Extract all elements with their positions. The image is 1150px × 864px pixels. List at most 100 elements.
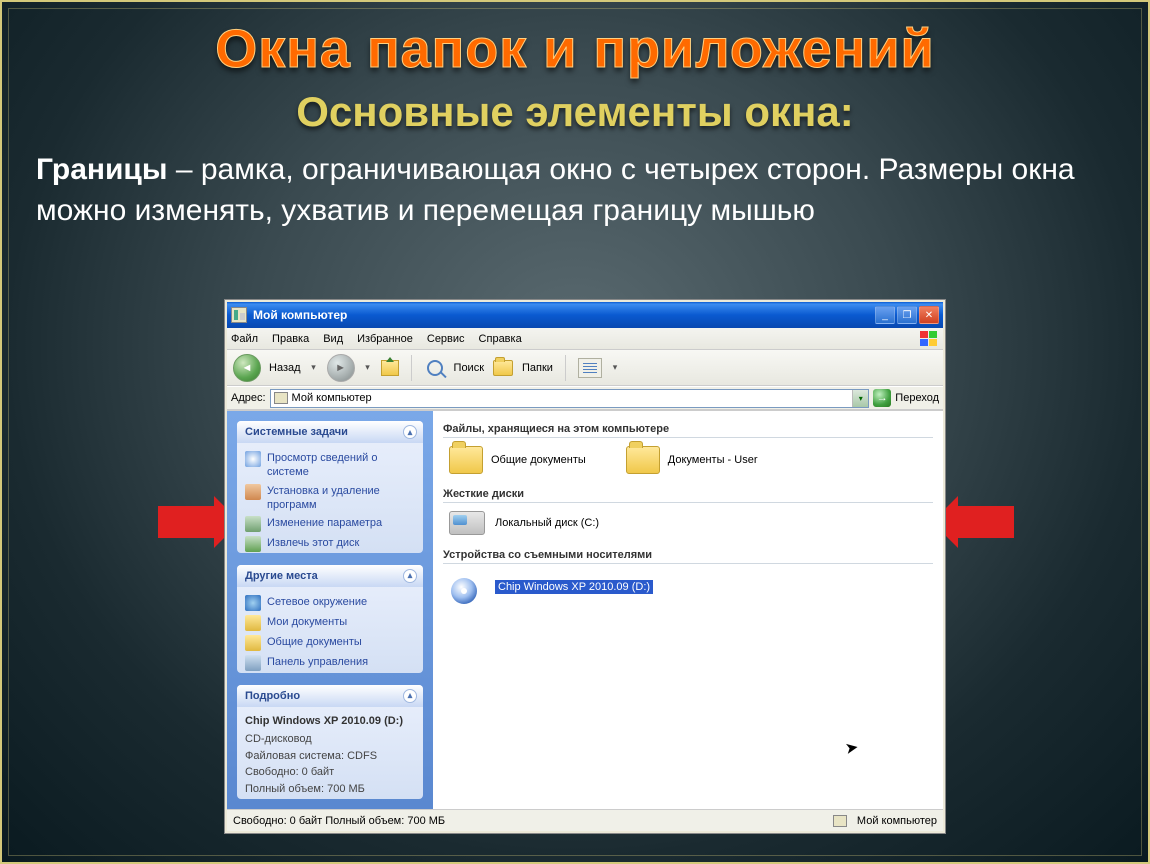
place-network[interactable]: Сетевое окружение (245, 593, 415, 613)
forward-dropdown[interactable]: ▾ (363, 362, 373, 373)
menu-bar: Файл Правка Вид Избранное Сервис Справка (227, 328, 943, 350)
place-shared-documents[interactable]: Общие документы (245, 633, 415, 653)
slide-body-text: Границы – рамка, ограничивающая окно с ч… (36, 150, 1116, 231)
panel-details-title: Подробно (245, 690, 300, 702)
status-right: Мой компьютер (857, 815, 937, 827)
titlebar[interactable]: Мой компьютер _ ❐ ✕ (227, 302, 943, 328)
views-dropdown[interactable]: ▾ (610, 362, 620, 373)
task-view-system-info[interactable]: Просмотр сведений о системе (245, 449, 415, 482)
section-removable: Устройства со съемными носителями (443, 549, 933, 564)
task-eject-disk[interactable]: Извлечь этот диск (245, 534, 415, 552)
shared-documents-icon (245, 635, 261, 651)
folder-icon (626, 446, 660, 474)
place-my-documents[interactable]: Мои документы (245, 613, 415, 633)
window-title: Мой компьютер (253, 308, 875, 322)
panel-system-tasks-title: Системные задачи (245, 426, 348, 438)
windows-flag-icon (919, 330, 939, 348)
up-button[interactable] (381, 360, 399, 376)
collapse-icon[interactable]: ▴ (403, 425, 417, 439)
slide-title-main: Окна папок и приложений (0, 18, 1150, 80)
cd-drive-icon (449, 572, 485, 602)
details-line-total: Полный объем: 700 МБ (245, 781, 415, 798)
details-drive-title: Chip Windows XP 2010.09 (D:) (245, 713, 415, 730)
forward-button[interactable]: ► (327, 354, 355, 382)
details-line-free: Свободно: 0 байт (245, 764, 415, 781)
folders-label[interactable]: Папки (522, 362, 553, 374)
hard-drive-icon (449, 511, 485, 535)
panel-system-tasks: Системные задачи ▴ Просмотр сведений о с… (237, 421, 423, 553)
panel-other-places: Другие места ▴ Сетевое окружение Мои док… (237, 565, 423, 673)
drive-cd-d[interactable]: Chip Windows XP 2010.09 (D:) (443, 572, 933, 602)
back-dropdown[interactable]: ▾ (309, 362, 319, 373)
toolbar-separator (411, 355, 412, 381)
folder-shared-documents[interactable]: Общие документы (449, 446, 586, 474)
views-button[interactable] (578, 358, 602, 378)
body-rest: – рамка, ограничивающая окно с четырех с… (36, 153, 1075, 227)
details-line-fs: Файловая система: CDFS (245, 748, 415, 765)
panel-details-header[interactable]: Подробно ▴ (237, 685, 423, 707)
menu-help[interactable]: Справка (479, 333, 522, 345)
menu-tools[interactable]: Сервис (427, 333, 465, 345)
search-icon[interactable] (424, 357, 446, 379)
collapse-icon[interactable]: ▴ (403, 569, 417, 583)
explorer-window: Мой компьютер _ ❐ ✕ Файл Правка Вид Избр… (225, 300, 945, 833)
status-my-computer-icon (833, 815, 847, 827)
drive-label: Локальный диск (C:) (495, 517, 599, 529)
task-sidebar: Системные задачи ▴ Просмотр сведений о с… (227, 411, 433, 809)
panel-other-places-title: Другие места (245, 570, 318, 582)
go-label[interactable]: Переход (895, 392, 939, 404)
collapse-icon[interactable]: ▴ (403, 689, 417, 703)
my-documents-icon (245, 615, 261, 631)
back-button[interactable]: ◄ (233, 354, 261, 382)
address-my-computer-icon (274, 392, 288, 404)
menu-file[interactable]: Файл (231, 333, 258, 345)
details-line-type: CD-дисковод (245, 731, 415, 748)
info-icon (245, 451, 261, 467)
eject-icon (245, 536, 261, 552)
maximize-button[interactable]: ❐ (897, 306, 917, 324)
panel-details: Подробно ▴ Chip Windows XP 2010.09 (D:) … (237, 685, 423, 799)
term-borders: Границы (36, 153, 168, 186)
network-icon (245, 595, 261, 611)
go-button[interactable]: → (873, 389, 891, 407)
task-add-remove-programs[interactable]: Установка и удаление программ (245, 482, 415, 515)
section-hard-drives: Жесткие диски (443, 488, 933, 503)
my-computer-icon (231, 307, 247, 323)
menu-view[interactable]: Вид (323, 333, 343, 345)
status-left: Свободно: 0 байт Полный объем: 700 МБ (233, 815, 445, 827)
settings-icon (245, 516, 261, 532)
folders-icon[interactable] (492, 357, 514, 379)
address-dropdown-icon[interactable]: ▾ (852, 390, 868, 407)
address-value: Мой компьютер (292, 392, 372, 404)
folder-icon (449, 446, 483, 474)
folder-user-documents[interactable]: Документы - User (626, 446, 758, 474)
section-files: Файлы, хранящиеся на этом компьютере (443, 423, 933, 438)
arrow-left-pointer (158, 506, 214, 538)
back-label: Назад (269, 362, 301, 374)
folder-label: Общие документы (491, 454, 586, 466)
task-change-setting[interactable]: Изменение параметра (245, 514, 415, 534)
close-button[interactable]: ✕ (919, 306, 939, 324)
window-buttons: _ ❐ ✕ (875, 306, 939, 324)
panel-other-places-header[interactable]: Другие места ▴ (237, 565, 423, 587)
control-panel-icon (245, 655, 261, 671)
slide-title-sub: Основные элементы окна: (0, 88, 1150, 136)
cd-label-selected: Chip Windows XP 2010.09 (D:) (495, 580, 653, 594)
address-bar: Адрес: Мой компьютер ▾ → Переход (227, 386, 943, 410)
toolbar: ◄ Назад ▾ ► ▾ Поиск Папки ▾ (227, 350, 943, 386)
address-label: Адрес: (231, 392, 266, 404)
search-label[interactable]: Поиск (454, 362, 484, 374)
menu-edit[interactable]: Правка (272, 333, 309, 345)
panel-system-tasks-header[interactable]: Системные задачи ▴ (237, 421, 423, 443)
toolbar-separator-2 (565, 355, 566, 381)
arrow-right-pointer (958, 506, 1014, 538)
place-control-panel[interactable]: Панель управления (245, 653, 415, 673)
address-input[interactable]: Мой компьютер ▾ (270, 389, 870, 408)
add-remove-icon (245, 484, 261, 500)
content-pane[interactable]: Файлы, хранящиеся на этом компьютере Общ… (433, 411, 943, 809)
window-body: Системные задачи ▴ Просмотр сведений о с… (227, 410, 943, 809)
drive-local-c[interactable]: Локальный диск (C:) (443, 511, 933, 535)
menu-favorites[interactable]: Избранное (357, 333, 413, 345)
folder-label: Документы - User (668, 454, 758, 466)
minimize-button[interactable]: _ (875, 306, 895, 324)
